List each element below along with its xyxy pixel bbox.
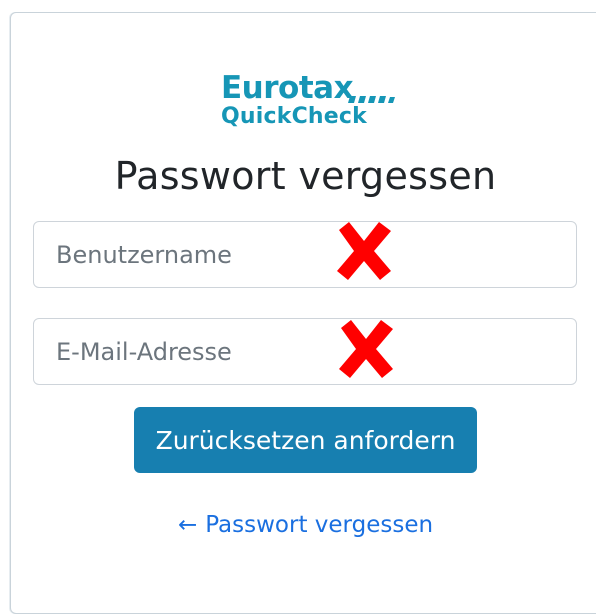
- left-arrow-icon: ←: [177, 512, 198, 538]
- logo-wordmark-quickcheck: QuickCheck: [221, 104, 367, 129]
- logo-dots-icon: [348, 96, 395, 103]
- eurotax-quickcheck-logo: Eurotax QuickCheck: [221, 72, 401, 132]
- page-background: Eurotax QuickCheck Passwort vergessen Zu…: [0, 0, 596, 614]
- page-title: Passwort vergessen: [114, 154, 497, 198]
- back-link-label: Passwort vergessen: [205, 512, 434, 538]
- request-reset-button[interactable]: Zurücksetzen anfordern: [134, 407, 477, 473]
- red-x-mark-icon: [339, 320, 393, 378]
- username-input[interactable]: [33, 221, 577, 288]
- email-input[interactable]: [33, 318, 577, 385]
- logo-wordmark-eurotax: Eurotax: [221, 70, 354, 106]
- red-x-mark-icon: [337, 222, 391, 280]
- back-to-password-link[interactable]: ← Passwort vergessen: [0, 508, 596, 542]
